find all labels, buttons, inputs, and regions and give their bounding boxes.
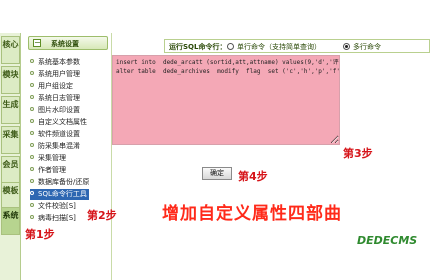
menu-item-watermark[interactable]: 图片水印设置 [30, 105, 80, 116]
menu-item-author-manage[interactable]: 作者管理 [30, 165, 66, 176]
tab-system[interactable]: 系统 [1, 207, 20, 235]
bullet-icon [30, 203, 34, 207]
bullet-icon [30, 215, 34, 219]
step2-label: 第2步 [87, 209, 117, 222]
menu-item-source-manage[interactable]: 采集管理 [30, 153, 66, 164]
menu-item-user-group[interactable]: 用户组设定 [30, 81, 73, 92]
tab-collect[interactable]: 采集 [1, 126, 20, 154]
menu-item-file-check[interactable]: 文件校验[S] [30, 201, 76, 212]
system-menu-panel: − 系统设置 系统基本参数 系统用户管理 用户组设定 系统日志管理 图片水印设置… [22, 33, 112, 280]
step3-label: 第3步 [343, 147, 373, 160]
menu-item-software-channel[interactable]: 软件频道设置 [30, 129, 80, 140]
tab-template[interactable]: 模板 [1, 182, 20, 210]
tab-generate[interactable]: 生成 [1, 96, 20, 124]
collapse-icon[interactable]: − [33, 39, 41, 47]
menu-item-user-manage[interactable]: 系统用户管理 [30, 69, 80, 80]
sql-mode-label: 运行SQL命令行： [169, 43, 227, 51]
dedecms-logo: DEDECMS [357, 234, 418, 247]
menu-header-title: 系统设置 [51, 40, 79, 48]
bullet-icon [30, 143, 34, 147]
menu-item-db-backup[interactable]: 数据库备份/还原 [30, 177, 89, 188]
tutorial-title: 增加自定义属性四部曲 [162, 204, 342, 224]
step1-label: 第1步 [25, 228, 55, 241]
bullet-icon [30, 107, 34, 111]
vertical-tab-strip: 核心 模块 生成 采集 会员 模板 系统 [0, 33, 21, 280]
menu-header[interactable]: − 系统设置 [28, 36, 108, 50]
menu-item-virus-scan[interactable]: 病毒扫描[S] [30, 213, 76, 224]
bullet-icon [30, 59, 34, 63]
bullet-icon [30, 155, 34, 159]
menu-item-anti-collect[interactable]: 防采集串混淆 [30, 141, 80, 152]
confirm-button[interactable]: 确定 [202, 167, 232, 180]
tab-module[interactable]: 模块 [1, 66, 20, 94]
tab-core[interactable]: 核心 [1, 36, 20, 64]
sql-input[interactable]: insert into dede_arcatt (sortid,att,attn… [112, 55, 340, 145]
menu-item-custom-attr[interactable]: 自定义文档属性 [30, 117, 87, 128]
bullet-icon [30, 179, 34, 183]
bullet-icon [30, 191, 34, 195]
bullet-icon [30, 167, 34, 171]
bullet-icon [30, 119, 34, 123]
multi-line-radio[interactable] [343, 43, 350, 50]
bullet-icon [30, 95, 34, 99]
sql-mode-bar: 运行SQL命令行： 单行命令（支持简单查询） 多行命令 [164, 39, 430, 53]
multi-line-label: 多行命令 [353, 43, 381, 51]
menu-item-sql-tool[interactable]: SQL命令行工具 [30, 189, 89, 200]
bullet-icon [30, 131, 34, 135]
single-line-label: 单行命令（支持简单查询） [237, 43, 321, 51]
single-line-radio[interactable] [227, 43, 234, 50]
menu-item-basic-params[interactable]: 系统基本参数 [30, 57, 80, 68]
menu-item-system-log[interactable]: 系统日志管理 [30, 93, 80, 104]
bullet-icon [30, 71, 34, 75]
tab-member[interactable]: 会员 [1, 156, 20, 184]
step4-label: 第4步 [238, 170, 268, 183]
top-blank-area [0, 0, 430, 33]
bullet-icon [30, 83, 34, 87]
